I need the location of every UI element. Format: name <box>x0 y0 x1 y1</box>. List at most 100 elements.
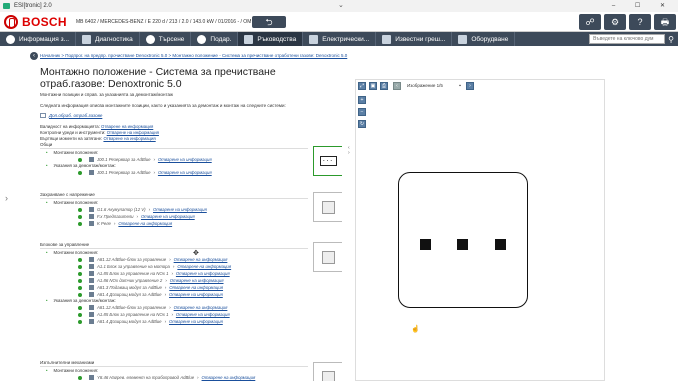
rotate-icon[interactable]: ↻ <box>358 120 366 128</box>
image-thumbnail <box>321 370 335 381</box>
thumbnail-3[interactable] <box>313 242 342 272</box>
gear-icon <box>197 34 207 44</box>
component-icon <box>89 257 94 262</box>
window-titlebar: ESI[tronic] 2.0 ⌄ – ☐ ✕ <box>0 0 678 12</box>
expand-icon[interactable]: ⤢ <box>358 82 366 90</box>
connector-drawing <box>398 172 528 308</box>
list-item[interactable]: A1.1 Блок за управление на мотора › Отваре… <box>40 263 310 270</box>
vehicle-info: MB 6402 / MERCEDES-BENZ / E 220 d / 213 … <box>76 19 271 25</box>
connector-thumbnail: ··· <box>319 156 337 166</box>
chevron-right-icon[interactable]: › <box>5 193 8 203</box>
prev-image-icon[interactable]: ‹ <box>393 82 401 90</box>
toolbar-tools: ☍ ⚙ ? 🖶 <box>579 14 676 30</box>
back-button[interactable]: ⮌ <box>252 16 286 28</box>
diagnostics-icon <box>82 34 92 44</box>
section-actuators: Изпълнителни механизми Монтажни положени… <box>40 360 310 381</box>
tab-diagnostics[interactable]: Диагностика <box>76 32 140 46</box>
tab-information[interactable]: Информация з... <box>0 32 77 46</box>
page-subtitle: Монтажни позиции и справ. за указанията … <box>40 92 173 97</box>
component-icon <box>89 305 94 310</box>
component-icon <box>89 271 94 276</box>
component-icon <box>89 221 94 226</box>
brand-name: BOSCH <box>22 15 67 29</box>
page-description: Следната информация описва монтажните по… <box>40 103 286 108</box>
component-icon <box>89 292 94 297</box>
list-item[interactable]: A1.85 Блок за управление на NOx 1 › Отваре… <box>40 270 310 277</box>
breadcrumb: ‹ Началник > Подпрог. на предпр. прочист… <box>30 51 640 61</box>
tab-manuals[interactable]: Ръководства <box>238 32 304 46</box>
component-icon <box>89 264 94 269</box>
print-icon[interactable]: 🖶 <box>654 14 676 30</box>
list-item[interactable]: A81.12 AdBlue-блок за управление › Отварен… <box>40 256 310 263</box>
search-icon <box>145 34 155 44</box>
connector-pin <box>495 239 506 250</box>
fit-icon[interactable]: ▣ <box>369 82 377 90</box>
list-item[interactable]: A81.4 Дозиращ модул за AdBlue › Отварене н… <box>40 291 310 298</box>
tab-electrical[interactable]: Електрически... <box>303 32 377 46</box>
tab-equipment[interactable]: Оборудване <box>452 32 516 46</box>
image-thumbnail <box>321 200 335 214</box>
search-icon[interactable]: ⚲ <box>668 35 674 44</box>
thumbnail-1[interactable]: ··· <box>313 146 342 176</box>
tab-gifts[interactable]: Подар. <box>191 32 239 46</box>
list-item[interactable]: J00.1 Резервоар за AdBlue › Отварене на ин… <box>40 156 310 163</box>
list-item[interactable]: F.x Предпазители › Отварене на информация <box>40 213 310 220</box>
document-panel: Монтажно положение - Система за пречиств… <box>40 66 342 381</box>
document-icon <box>40 113 46 118</box>
list-item[interactable]: G1.6 Акумулатор (12 V) › Отварене на инфор… <box>40 206 310 213</box>
list-item[interactable]: Y8.46 Нагрев. елемент на трабопровод AdB… <box>40 374 310 381</box>
page-title: Монтажно положение - Система за пречиств… <box>40 66 276 90</box>
bosch-logo-icon <box>4 15 18 29</box>
thumbnail-2[interactable] <box>313 192 342 222</box>
lightning-icon <box>309 34 319 44</box>
tab-known-errors[interactable]: Известни греш... <box>376 32 453 46</box>
section-control-units: Блокове за управление Монтажни положения… <box>40 242 310 325</box>
list-item[interactable]: A81.3 Подаващ модул за AdBlue › Отварене н… <box>40 284 310 291</box>
search-input[interactable] <box>589 34 666 44</box>
list-item[interactable]: J00.1 Резервоар за AdBlue › Отварене на ин… <box>40 169 310 176</box>
thumbnail-4[interactable] <box>313 362 342 381</box>
attachment-row[interactable]: Доп.обраб. отраб.газове <box>40 113 342 118</box>
connector-pin <box>457 239 468 250</box>
back-arrow-icon[interactable]: ‹ <box>30 52 38 60</box>
move-cursor-icon: ✥ <box>193 250 199 257</box>
zoom-in-icon[interactable]: + <box>358 96 366 104</box>
component-icon <box>89 285 94 290</box>
brand-bar: BOSCH MB 6402 / MERCEDES-BENZ / E 220 d … <box>0 12 678 32</box>
book-icon <box>382 34 392 44</box>
hand-cursor-icon: ☝ <box>411 326 420 333</box>
next-image-icon[interactable]: › <box>466 82 474 90</box>
meta-block: Валидност на информацията: Отварене на и… <box>40 124 342 142</box>
main-nav: Информация з... Диагностика Търсене Пода… <box>0 32 678 46</box>
list-item[interactable]: A1.86 NOx датчик управление 2 › Отварене н… <box>40 277 310 284</box>
zoom-out-icon[interactable]: − <box>358 108 366 116</box>
window-title: ESI[tronic] 2.0 <box>14 3 52 9</box>
window-controls[interactable]: – ☐ ✕ <box>612 0 674 12</box>
list-item[interactable]: A81.12 AdBlue-блок за управление › Отварен… <box>40 304 310 311</box>
connector-pin <box>420 239 431 250</box>
list-item[interactable]: A1.85 Блок за управление на NOx 1 › Отваре… <box>40 311 310 318</box>
connect-icon[interactable]: ☍ <box>579 14 601 30</box>
breadcrumb-link[interactable]: Началник > Подпрог. на предпр. прочиства… <box>40 53 347 58</box>
image-counter: Изображение 1/5 <box>407 83 443 88</box>
print-icon[interactable]: ⎙ <box>380 82 388 90</box>
attachment-link[interactable]: Доп.обраб. отраб.газове <box>49 113 102 118</box>
external-icon <box>458 34 468 44</box>
info-icon <box>6 34 15 44</box>
help-icon[interactable]: ? <box>629 14 651 30</box>
component-icon <box>89 375 94 380</box>
list-item[interactable]: A81.4 Дозиращ модул за AdBlue › Отварене н… <box>40 318 310 325</box>
section-power-supply: Захранване с напрежение Монтажни положен… <box>40 192 310 227</box>
component-icon <box>89 319 94 324</box>
image-icon: ▪ <box>456 82 464 90</box>
list-item[interactable]: K Реле › Отварене на информация <box>40 220 310 227</box>
settings-icon[interactable]: ⚙ <box>604 14 626 30</box>
chevron-down-icon[interactable]: ⌄ <box>338 0 344 12</box>
component-icon <box>89 157 94 162</box>
tab-search[interactable]: Търсене <box>140 32 192 46</box>
component-icon <box>89 207 94 212</box>
image-viewer: ⤢ ▣ ⎙ ‹ Изображение 1/5 ▪ › + − ↻ ☝ <box>355 79 605 381</box>
image-thumbnail <box>321 250 335 264</box>
app-icon <box>3 3 10 9</box>
splitter-handle[interactable]: ‹ › <box>348 146 350 156</box>
